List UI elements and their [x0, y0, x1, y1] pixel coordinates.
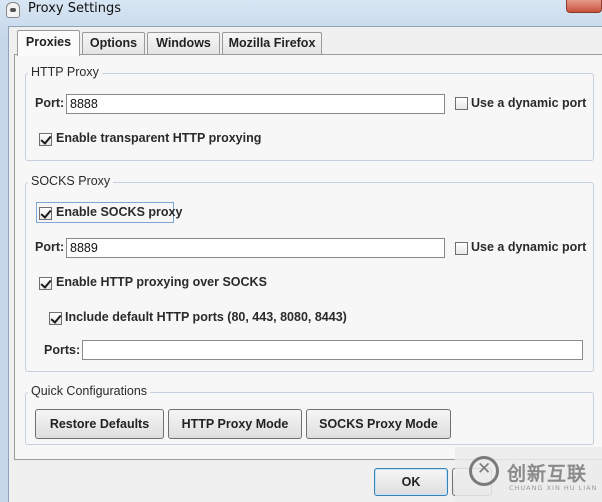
tab-proxies[interactable]: Proxies — [17, 30, 80, 56]
watermark: 创新互联 CHUANG XIN HU LIAN — [455, 447, 602, 502]
include-default-ports-label: Include default HTTP ports (80, 443, 808… — [65, 310, 347, 324]
proxy-settings-window: Proxy Settings Proxies Options Windows M… — [0, 0, 602, 502]
socks-dynamic-port-label: Use a dynamic port — [471, 240, 587, 254]
socks-dynamic-port-checkbox[interactable] — [455, 242, 468, 255]
http-dynamic-port-checkbox[interactable] — [455, 97, 468, 110]
restore-defaults-button[interactable]: Restore Defaults — [35, 409, 164, 439]
http-proxy-mode-button[interactable]: HTTP Proxy Mode — [168, 409, 302, 439]
app-icon — [6, 2, 20, 18]
socks-proxy-legend: SOCKS Proxy — [28, 174, 114, 188]
socks-proxy-mode-button[interactable]: SOCKS Proxy Mode — [306, 409, 451, 439]
tab-options[interactable]: Options — [82, 32, 145, 54]
transparent-http-label: Enable transparent HTTP proxying — [56, 131, 262, 145]
http-dynamic-port-label: Use a dynamic port — [471, 96, 587, 110]
transparent-http-checkbox[interactable] — [39, 133, 52, 146]
include-default-ports-checkbox[interactable] — [49, 312, 62, 325]
http-port-input[interactable]: 8888 — [66, 94, 445, 114]
http-over-socks-label: Enable HTTP proxying over SOCKS — [56, 275, 267, 289]
tab-mozilla-firefox[interactable]: Mozilla Firefox — [222, 32, 322, 54]
http-proxy-group — [25, 73, 594, 161]
watermark-logo-icon — [469, 456, 499, 486]
watermark-text-en: CHUANG XIN HU LIAN — [509, 484, 598, 492]
enable-socks-checkbox[interactable] — [39, 207, 52, 220]
http-proxy-legend: HTTP Proxy — [28, 65, 102, 79]
close-button[interactable] — [566, 0, 602, 13]
ports-label: Ports: — [44, 343, 81, 357]
quick-configurations-legend: Quick Configurations — [28, 384, 151, 398]
http-port-label: Port: — [35, 96, 65, 110]
ports-input[interactable] — [82, 340, 583, 360]
tab-windows[interactable]: Windows — [147, 32, 220, 54]
socks-port-input[interactable]: 8889 — [66, 238, 445, 258]
watermark-text-cn: 创新互联 — [507, 463, 588, 485]
ok-button[interactable]: OK — [374, 468, 448, 496]
window-title: Proxy Settings — [28, 1, 122, 16]
enable-socks-label: Enable SOCKS proxy — [56, 205, 183, 219]
socks-port-label: Port: — [35, 240, 65, 254]
title-bar[interactable]: Proxy Settings — [0, 0, 602, 22]
http-over-socks-checkbox[interactable] — [39, 277, 52, 290]
